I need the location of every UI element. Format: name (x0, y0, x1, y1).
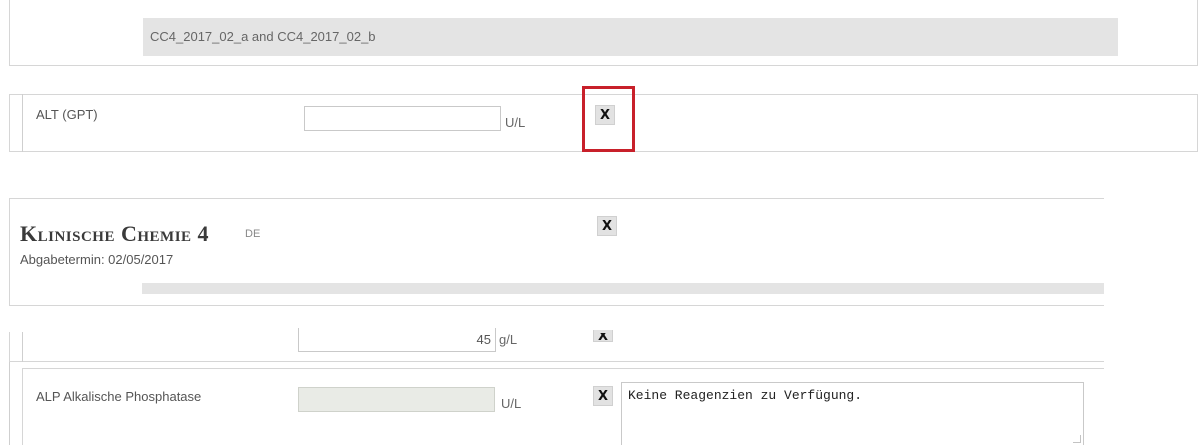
alp-label: ALP Alkalische Phosphatase (36, 389, 202, 404)
alp-comment-textarea[interactable]: Keine Reagenzien zu Verfügung. (621, 382, 1084, 445)
sample-ids-text: CC4_2017_02_a and CC4_2017_02_b (150, 29, 376, 44)
alp-remove-button[interactable]: X (593, 386, 613, 406)
language-badge: DE (245, 228, 261, 240)
partial-value-input[interactable] (298, 328, 496, 352)
close-icon: X (597, 388, 609, 404)
close-icon: X (601, 218, 613, 234)
alt-unit: U/L (505, 115, 526, 130)
alp-row-outer-border (9, 362, 10, 445)
partial-row-left-border (22, 332, 23, 362)
highlight-frame (582, 86, 635, 152)
partial-row-panel (9, 332, 1104, 362)
alp-comment-text: Keine Reagenzien zu Verfügung. (628, 388, 863, 403)
deadline-text: Abgabetermin: 02/05/2017 (20, 252, 174, 267)
header-remove-button[interactable]: X (597, 216, 617, 236)
alp-unit: U/L (501, 396, 522, 411)
alt-label: ALT (GPT) (36, 107, 98, 122)
close-icon: X (597, 333, 609, 341)
progress-bar (142, 283, 1104, 294)
page-title: Klinische Chemie 4 (20, 221, 210, 246)
partial-remove-button[interactable]: X (593, 330, 613, 342)
resize-grip-icon[interactable] (1073, 435, 1081, 443)
alt-value-input[interactable] (304, 106, 501, 131)
alt-row-left-border (22, 94, 23, 152)
alp-value-input[interactable] (298, 387, 495, 412)
partial-unit: g/L (499, 332, 518, 347)
